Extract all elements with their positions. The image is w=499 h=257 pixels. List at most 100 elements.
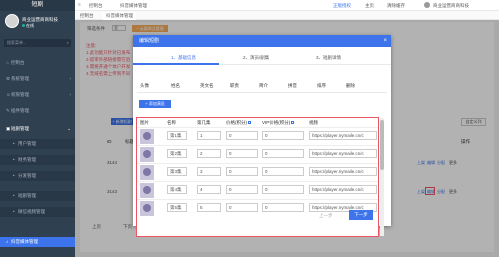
next-step-button[interactable]: 下一步	[349, 210, 373, 220]
episode-name-field[interactable]: 第2集	[167, 149, 187, 158]
table-row: 第2集 2 0 0 https://player.nymaile.cn/c	[137, 145, 378, 162]
ep-col-episode-num: 第几集	[197, 120, 211, 125]
actor-col-delete: 删除	[346, 83, 355, 88]
episode-video-url-field[interactable]: https://player.nymaile.cn/c	[309, 131, 377, 140]
episode-vip-price-field[interactable]: 0	[262, 149, 304, 158]
episode-number-field[interactable]: 1	[197, 131, 221, 140]
sidebar-item-label: 权限管理	[11, 92, 29, 97]
episode-video-url-field[interactable]: https://player.nymaile.cn/c	[309, 185, 377, 194]
modal-title: 编辑短剧	[139, 38, 160, 44]
sidebar-item-label: 抖音媒体管理	[11, 239, 38, 244]
episode-name-field[interactable]: 第1集	[167, 131, 187, 140]
episode-number-field[interactable]: 4	[197, 185, 221, 194]
sidebar-item-console[interactable]: ⌂ 控制台	[0, 58, 75, 68]
ep-col-vip-price: VIP价格(积分)	[262, 120, 295, 126]
episode-vip-price-field[interactable]: 0	[262, 167, 304, 176]
episode-name-field[interactable]: 第5集	[167, 203, 187, 212]
actor-col-sort: 排序	[317, 83, 326, 88]
prev-step-button[interactable]: 上一步	[319, 213, 333, 219]
episode-thumbnail[interactable]	[140, 147, 154, 162]
ep-col-price: 价格(积分)	[226, 120, 251, 126]
episode-number-field[interactable]: 5	[197, 203, 221, 212]
episode-name-field[interactable]: 第3集	[167, 167, 187, 176]
ep-col-vip-label: VIP价格(积分)	[262, 120, 291, 125]
step-drama-detail[interactable]: 3、短剧详情	[316, 55, 341, 61]
step-indicator: 1、基础信息 2、演员/剧集 3、短剧详情	[133, 52, 391, 65]
episode-price-field[interactable]: 0	[226, 203, 258, 212]
episode-number-field[interactable]: 2	[197, 149, 221, 158]
sidebar-item-label: 分发管理	[18, 173, 36, 178]
episode-table-scrollbar[interactable]	[380, 118, 384, 236]
sidebar-item-drama-mgmt[interactable]: • 短剧管理	[0, 191, 75, 201]
divider	[137, 92, 387, 93]
sidebar-item-label: 短剧管理	[11, 126, 29, 131]
sidebar-item-drama[interactable]: ▣短剧管理 ⌄	[0, 124, 75, 134]
sidebar-item-wechat-video[interactable]: • 微信视频管理	[0, 207, 75, 217]
episode-vip-price-field[interactable]: 0	[262, 203, 304, 212]
menu-search-input[interactable]: 搜索菜单... ⌕	[4, 39, 71, 47]
tab-console[interactable]: 控制台	[77, 12, 97, 20]
top-bar: ≡ 控制台 抖音媒体管理 正版授权 主页 清除缓存 商业运营商商科技	[75, 0, 499, 11]
table-row: 第5集 5 0 0 https://player.nymaile.cn/c	[137, 199, 378, 216]
episode-name-field[interactable]: 第4集	[167, 185, 187, 194]
topbar-console[interactable]: 控制台	[89, 3, 103, 9]
actor-col-name: 姓名	[171, 83, 180, 88]
topbar-clear-cache[interactable]: 清除缓存	[387, 3, 405, 9]
sidebar-item-finance[interactable]: • 财务管理	[0, 155, 75, 165]
episode-thumbnail[interactable]	[140, 129, 154, 144]
episode-price-field[interactable]: 0	[226, 167, 258, 176]
episode-thumbnail[interactable]	[140, 183, 154, 198]
online-dot-icon	[22, 24, 25, 27]
episode-vip-price-field[interactable]: 0	[262, 131, 304, 140]
edit-icon[interactable]	[291, 121, 295, 125]
menu-toggle-icon[interactable]: ≡	[78, 2, 81, 8]
sidebar-item-permission[interactable]: ☺权限管理 ‹	[0, 90, 75, 100]
actor-col-english-name: 英文名	[200, 83, 214, 88]
topbar-douyin-media[interactable]: 抖音媒体管理	[120, 3, 147, 9]
ep-col-video: 视频	[309, 120, 318, 125]
sidebar-item-label: 插件管理	[11, 108, 29, 113]
topbar-home-link[interactable]: 主页	[365, 3, 374, 9]
episode-thumbnail[interactable]	[140, 165, 154, 180]
episode-video-url-field[interactable]: https://player.nymaile.cn/c	[309, 167, 377, 176]
tab-douyin-media[interactable]: 抖音媒体管理	[103, 12, 136, 20]
ep-col-price-label: 价格(积分)	[226, 120, 247, 125]
table-row: 第1集 1 0 0 https://player.nymaile.cn/c	[137, 127, 378, 144]
sidebar: 短剧 商业运营商商科技 在线 搜索菜单... ⌕ ⌂ 控制台 ⚙系统管理 ‹ ☺权限管…	[0, 0, 75, 257]
episode-video-url-field[interactable]: https://player.nymaile.cn/c	[309, 149, 377, 158]
table-row: 第4集 4 0 0 https://player.nymaile.cn/c	[137, 181, 378, 198]
sidebar-item-users[interactable]: • 用户管理	[0, 139, 75, 149]
step-basic-info[interactable]: 1、基础信息	[171, 55, 196, 61]
actor-col-pinyin: 拼音	[288, 83, 297, 88]
step-actors-episodes[interactable]: 2、演员/剧集	[243, 55, 269, 61]
sidebar-item-system[interactable]: ⚙系统管理 ‹	[0, 74, 75, 84]
episode-thumbnail[interactable]	[140, 201, 154, 216]
add-actor-button[interactable]: + 添加演员	[139, 100, 171, 108]
tab-bar: 控制台 抖音媒体管理	[75, 11, 499, 20]
sidebar-item-distribution[interactable]: • 分发管理	[0, 171, 75, 181]
user-panel: 商业运营商商科技 在线	[0, 11, 75, 35]
sidebar-item-label: 微信视频管理	[18, 209, 45, 214]
topbar-username[interactable]: 商业运营商商科技	[433, 3, 469, 9]
episode-price-field[interactable]: 0	[226, 185, 258, 194]
edit-drama-modal: 编辑短剧 × 1、基础信息 2、演员/剧集 3、短剧详情 头像 姓名 英文名 职…	[133, 35, 391, 237]
edit-icon[interactable]	[248, 121, 251, 125]
scrollbar-thumb[interactable]	[380, 120, 384, 170]
close-icon[interactable]: ×	[383, 35, 387, 47]
table-row: 第3集 3 0 0 https://player.nymaile.cn/c	[137, 163, 378, 180]
episode-vip-price-field[interactable]: 0	[262, 185, 304, 194]
episode-price-field[interactable]: 0	[226, 149, 258, 158]
sidebar-item-douyin-media[interactable]: ♪ 抖音媒体管理	[0, 237, 75, 247]
episode-number-field[interactable]: 3	[197, 167, 221, 176]
topbar-license-link[interactable]: 正版授权	[333, 3, 351, 9]
sidebar-item-label: 控制台	[11, 60, 25, 65]
avatar[interactable]	[424, 2, 430, 8]
menu-search-placeholder: 搜索菜单...	[7, 40, 27, 45]
avatar[interactable]	[5, 14, 19, 28]
user-status: 在线	[22, 23, 34, 29]
sidebar-item-plugin[interactable]: ✎插件管理	[0, 106, 75, 116]
sidebar-item-label: 财务管理	[18, 157, 36, 162]
search-icon: ⌕	[66, 40, 69, 45]
step-progress-bar	[133, 63, 219, 65]
episode-price-field[interactable]: 0	[226, 131, 258, 140]
